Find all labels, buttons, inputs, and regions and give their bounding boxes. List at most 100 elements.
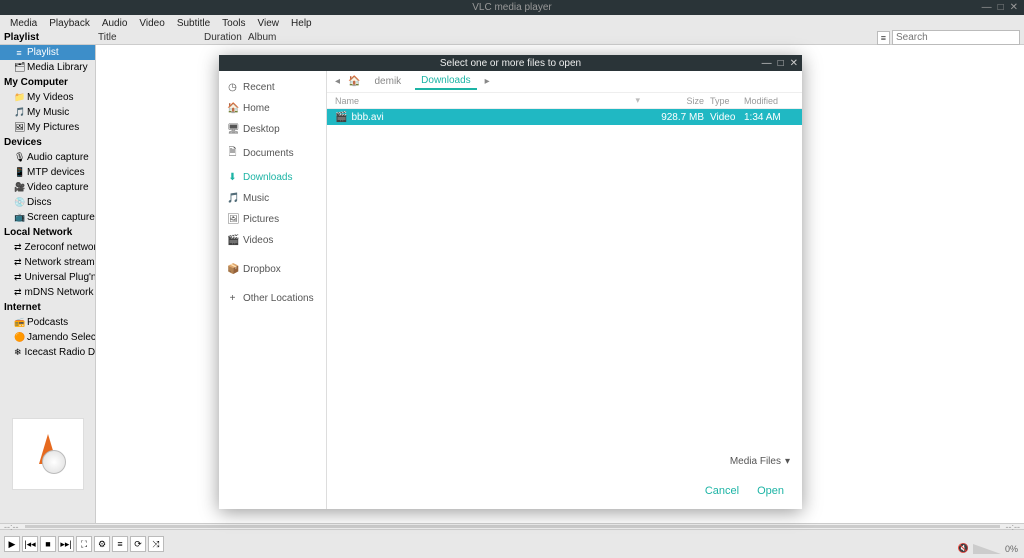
home-icon[interactable]: 🏠 (348, 76, 360, 87)
icecast-icon: ❄ (14, 347, 22, 358)
sidebar-item-video-capture[interactable]: 🎥Video capture (0, 180, 95, 195)
time-total: --:-- (1006, 522, 1021, 532)
video-file-icon: 🎬 (335, 112, 347, 123)
seek-track[interactable] (25, 525, 1000, 528)
pictures-icon: 🖼 (227, 214, 238, 225)
stop-button[interactable]: ■ (40, 536, 56, 552)
file-open-dialog: Select one or more files to open — □ ✕ ◷… (219, 55, 802, 509)
search-input[interactable] (892, 30, 1020, 45)
file-header-modified[interactable]: Modified (744, 96, 794, 106)
ext-settings-button[interactable]: ⚙ (94, 536, 110, 552)
sidebar-item-zeroconf[interactable]: ⇄Zeroconf network s... (0, 240, 95, 255)
sidebar-item-upnp[interactable]: ⇄Universal Plug'n'Play (0, 270, 95, 285)
videos-icon: 🎬 (227, 235, 238, 246)
dialog-places-sidebar: ◷Recent 🏠Home 🖥Desktop 🗎Documents ⬇Downl… (219, 71, 327, 509)
sidebar-item-network-streams[interactable]: ⇄Network streams (S... (0, 255, 95, 270)
dialog-minimize-icon[interactable]: — (762, 58, 772, 69)
chevron-down-icon: ▾ (785, 456, 790, 467)
search-mode-toggle[interactable]: ≡ (877, 31, 890, 45)
sidebar-item-podcasts[interactable]: 📻Podcasts (0, 315, 95, 330)
place-recent[interactable]: ◷Recent (219, 77, 326, 98)
place-desktop[interactable]: 🖥Desktop (219, 119, 326, 140)
file-row[interactable]: 🎬bbb.avi 928.7 MB Video 1:34 AM (327, 109, 802, 125)
dialog-title: Select one or more files to open (440, 58, 581, 69)
place-documents[interactable]: 🗎Documents (219, 140, 326, 167)
sidebar-item-audio-capture[interactable]: 🎙Audio capture (0, 150, 95, 165)
desktop-icon: 🖥 (227, 124, 238, 135)
fullscreen-button[interactable]: ⛶ (76, 536, 92, 552)
place-music[interactable]: 🎵Music (219, 188, 326, 209)
dialog-maximize-icon[interactable]: □ (778, 58, 784, 69)
prev-button[interactable]: |◂◂ (22, 536, 38, 552)
menu-audio[interactable]: Audio (96, 18, 134, 29)
menu-tools[interactable]: Tools (216, 18, 251, 29)
shuffle-button[interactable]: ⤨ (148, 536, 164, 552)
home-icon: 🏠 (227, 103, 238, 114)
volume-slider[interactable] (973, 544, 1001, 554)
menu-help[interactable]: Help (285, 18, 318, 29)
sidebar-section-devices: Devices (0, 135, 95, 150)
image-icon: 🖼 (14, 122, 24, 133)
menu-video[interactable]: Video (133, 18, 170, 29)
network-icon: ⇄ (14, 272, 22, 283)
clock-icon: ◷ (227, 82, 238, 93)
file-list[interactable]: 🎬bbb.avi 928.7 MB Video 1:34 AM (327, 109, 802, 449)
dialog-breadcrumbs: ◂ 🏠 demik Downloads ▸ (327, 71, 802, 93)
menu-view[interactable]: View (252, 18, 286, 29)
menu-playback[interactable]: Playback (43, 18, 96, 29)
sidebar-item-jamendo[interactable]: 🟠Jamendo Selections (0, 330, 95, 345)
playlist-button[interactable]: ≡ (112, 536, 128, 552)
volume-control[interactable]: 🔇 0% (958, 543, 1018, 554)
sidebar-item-discs[interactable]: 💿Discs (0, 195, 95, 210)
plus-icon: + (227, 293, 238, 304)
window-titlebar: VLC media player — □ ✕ (0, 0, 1024, 15)
loop-button[interactable]: ⟳ (130, 536, 146, 552)
music-icon: 🎵 (227, 193, 238, 204)
playlist-column-headers: Playlist Title Duration Album ≡ (0, 31, 1024, 45)
place-downloads[interactable]: ⬇Downloads (219, 167, 326, 188)
sidebar-item-my-pictures[interactable]: 🖼My Pictures (0, 120, 95, 135)
mute-icon[interactable]: 🔇 (958, 543, 969, 554)
sidebar-item-my-music[interactable]: 🎵My Music (0, 105, 95, 120)
file-header-name[interactable]: Name (335, 96, 635, 106)
breadcrumb-back-button[interactable]: ◂ (335, 76, 340, 87)
cancel-button[interactable]: Cancel (705, 485, 739, 497)
breadcrumb-user[interactable]: demik (368, 74, 407, 89)
menu-media[interactable]: Media (4, 18, 43, 29)
place-other-locations[interactable]: +Other Locations (219, 288, 326, 309)
dialog-close-icon[interactable]: ✕ (790, 58, 798, 69)
sidebar-item-screen-capture[interactable]: 📺Screen capture (0, 210, 95, 225)
place-dropbox[interactable]: 📦Dropbox (219, 259, 326, 280)
place-pictures[interactable]: 🖼Pictures (219, 209, 326, 230)
place-home[interactable]: 🏠Home (219, 98, 326, 119)
column-duration[interactable]: Duration (204, 32, 248, 43)
file-header-size[interactable]: Size (648, 96, 704, 106)
file-type-filter[interactable]: Media Files ▾ (730, 456, 790, 467)
breadcrumb-downloads[interactable]: Downloads (415, 73, 476, 90)
menubar: Media Playback Audio Video Subtitle Tool… (0, 15, 1024, 31)
network-icon: ⇄ (14, 257, 22, 268)
breadcrumb-forward-button[interactable]: ▸ (485, 76, 490, 87)
window-close-icon[interactable]: ✕ (1010, 2, 1018, 13)
place-videos[interactable]: 🎬Videos (219, 230, 326, 251)
jamendo-icon: 🟠 (14, 332, 24, 343)
column-title[interactable]: Title (96, 32, 204, 43)
sidebar-item-icecast[interactable]: ❄Icecast Radio Direc... (0, 345, 95, 360)
sidebar-item-media-library[interactable]: 🗂Media Library (0, 60, 95, 75)
sidebar-section-internet: Internet (0, 300, 95, 315)
file-type: Video (704, 112, 744, 123)
play-button[interactable]: ▶ (4, 536, 20, 552)
menu-subtitle[interactable]: Subtitle (171, 18, 216, 29)
sidebar-item-mtp-devices[interactable]: 📱MTP devices (0, 165, 95, 180)
sidebar-item-mdns[interactable]: ⇄mDNS Network Dis... (0, 285, 95, 300)
window-maximize-icon[interactable]: □ (998, 2, 1004, 13)
sidebar-item-playlist[interactable]: ≡Playlist (0, 45, 95, 60)
dialog-titlebar: Select one or more files to open — □ ✕ (219, 55, 802, 71)
album-art-placeholder (12, 418, 84, 490)
sidebar-item-my-videos[interactable]: 📁My Videos (0, 90, 95, 105)
column-album[interactable]: Album (248, 32, 276, 43)
open-button[interactable]: Open (757, 485, 784, 497)
file-header-type[interactable]: Type (704, 96, 744, 106)
next-button[interactable]: ▸▸| (58, 536, 74, 552)
window-minimize-icon[interactable]: — (982, 2, 992, 13)
